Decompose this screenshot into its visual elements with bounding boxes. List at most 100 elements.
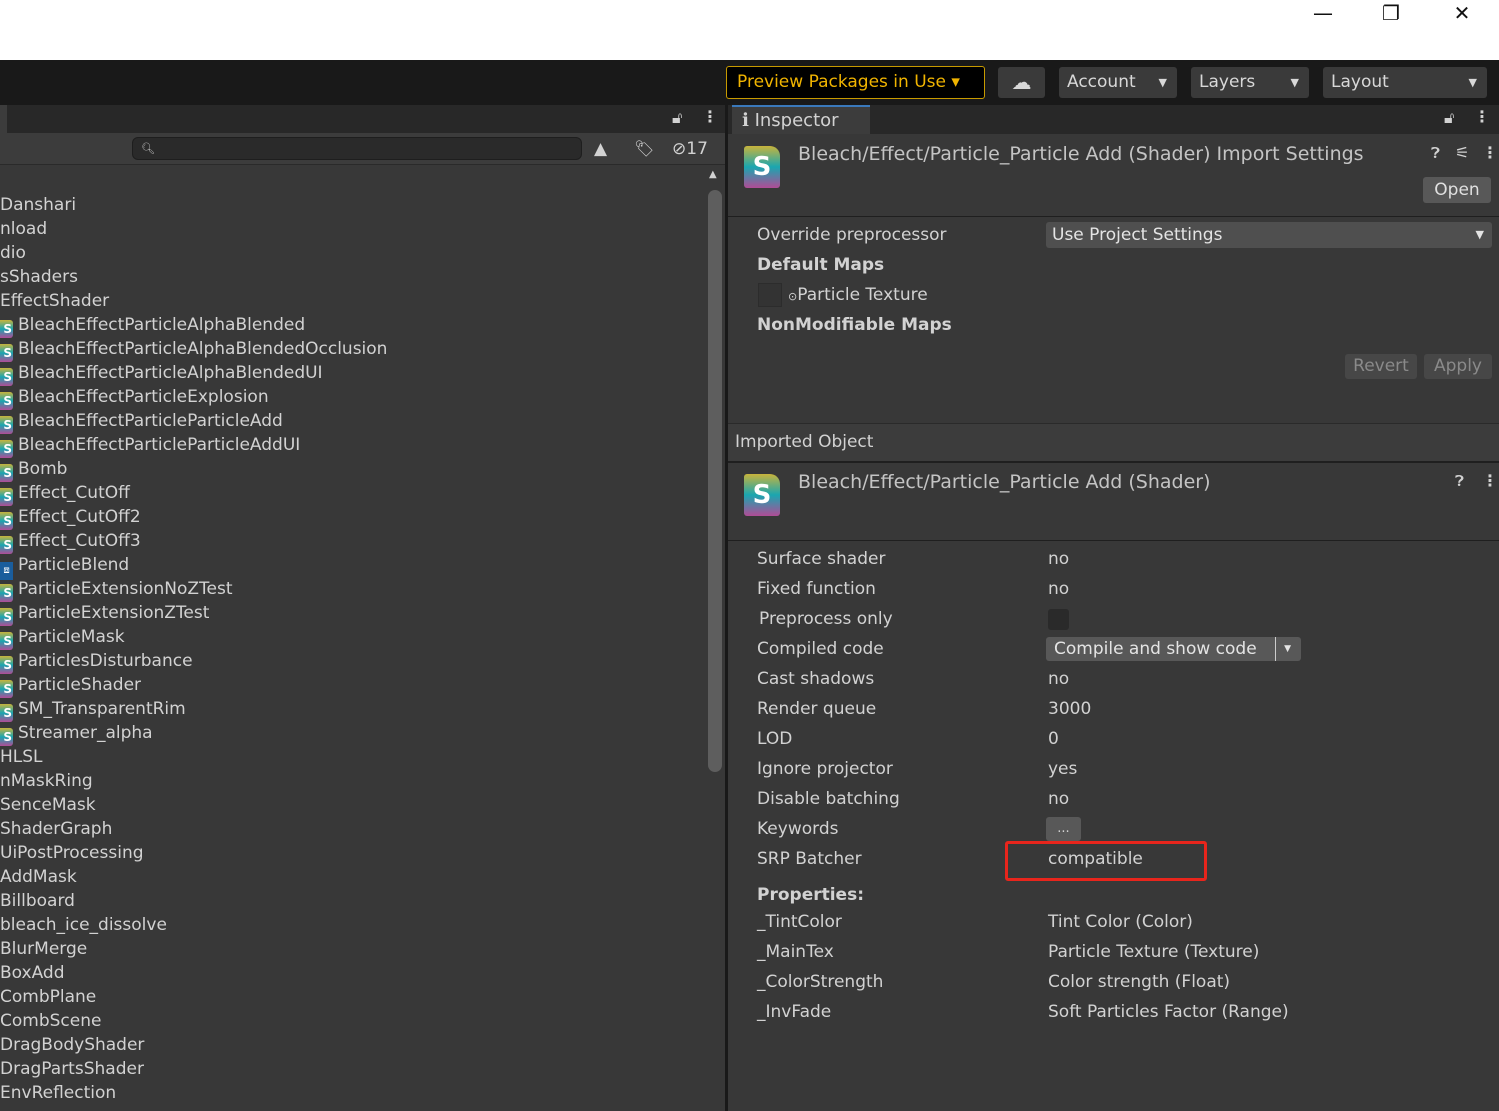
more-options-icon[interactable]: ⋮ bbox=[702, 107, 718, 126]
project-list-item[interactable]: S BleachEffectParticleExplosion bbox=[0, 385, 269, 410]
item-label: ParticleShader bbox=[18, 675, 142, 695]
shader-file-icon: S bbox=[0, 536, 13, 554]
project-list-item[interactable]: Danshari bbox=[0, 193, 76, 217]
maximize-button[interactable]: ❐ bbox=[1361, 0, 1421, 30]
project-list-item[interactable]: EnvReflection bbox=[0, 1081, 116, 1105]
more-options-icon[interactable]: ⋮ bbox=[1482, 471, 1498, 490]
item-label: BoxAdd bbox=[0, 963, 65, 983]
project-list-item[interactable]: AddMask bbox=[0, 865, 77, 889]
tab-inspector[interactable]: ℹ Inspector bbox=[732, 105, 870, 134]
window-titlebar bbox=[0, 0, 1499, 60]
help-icon[interactable]: ❓︎ bbox=[1455, 472, 1464, 490]
project-list-item[interactable]: nload bbox=[0, 217, 47, 241]
item-label: BleachEffectParticleAlphaBlendedUI bbox=[18, 363, 323, 383]
project-list-item[interactable]: S Effect_CutOff bbox=[0, 481, 130, 506]
project-list-item[interactable]: nMaskRing bbox=[0, 769, 93, 793]
project-list-item[interactable]: BlurMerge bbox=[0, 937, 87, 961]
project-list-item[interactable]: UiPostProcessing bbox=[0, 841, 144, 865]
shader-file-icon: S bbox=[0, 512, 13, 530]
particle-texture-field[interactable]: ⊙Particle Texture bbox=[788, 283, 928, 309]
account-dropdown[interactable]: Account ▼ bbox=[1059, 67, 1177, 98]
search-input[interactable]: 🔍︎ bbox=[132, 137, 582, 160]
project-list-item[interactable]: CombScene bbox=[0, 1009, 101, 1033]
project-tab[interactable] bbox=[0, 105, 7, 133]
project-list-item[interactable]: S Bomb bbox=[0, 457, 67, 482]
scroll-up-arrow[interactable]: ▲ bbox=[709, 169, 717, 180]
more-options-icon[interactable]: ⋮ bbox=[1474, 107, 1490, 126]
project-list-item[interactable]: S ParticlesDisturbance bbox=[0, 649, 193, 674]
hidden-packages-toggle[interactable]: ⊘17 bbox=[672, 139, 708, 159]
item-label: DragPartsShader bbox=[0, 1059, 144, 1079]
filter-by-label-icon[interactable]: 🏷︎ bbox=[634, 139, 654, 158]
project-list-item[interactable]: SenceMask bbox=[0, 793, 96, 817]
revert-button[interactable]: Revert bbox=[1345, 354, 1417, 379]
preprocess-only-checkbox[interactable] bbox=[1048, 609, 1069, 630]
item-label: sShaders bbox=[0, 267, 78, 287]
override-preprocessor-dropdown[interactable]: Use Project Settings ▼ bbox=[1046, 222, 1492, 248]
project-list-item[interactable]: S BleachEffectParticleParticleAddUI bbox=[0, 433, 300, 458]
project-list-item[interactable]: EffectShader bbox=[0, 289, 109, 313]
cloud-icon[interactable]: ☁ bbox=[998, 67, 1045, 98]
lock-icon[interactable]: 🔓︎ bbox=[672, 108, 682, 128]
project-list-item[interactable]: DragBodyShader bbox=[0, 1033, 144, 1057]
item-label: BlurMerge bbox=[0, 939, 88, 959]
scrollbar-thumb[interactable] bbox=[708, 190, 722, 772]
project-list-item[interactable]: S ParticleExtensionZTest bbox=[0, 601, 209, 626]
project-list-item[interactable]: sShaders bbox=[0, 265, 78, 289]
project-list-item[interactable]: S SM_TransparentRim bbox=[0, 697, 186, 722]
project-list-item[interactable]: dio bbox=[0, 241, 26, 265]
layers-dropdown[interactable]: Layers ▼ bbox=[1191, 67, 1309, 98]
project-list-item[interactable]: DragPartsShader bbox=[0, 1057, 144, 1081]
item-label: Streamer_alpha bbox=[18, 723, 153, 743]
project-list-item[interactable]: S ParticleExtensionNoZTest bbox=[0, 577, 233, 602]
project-list-item[interactable]: S Effect_CutOff3 bbox=[0, 529, 141, 554]
project-list-item[interactable]: S Effect_CutOff2 bbox=[0, 505, 141, 530]
particle-texture-label: Particle Texture bbox=[797, 285, 928, 305]
texture-slot[interactable] bbox=[758, 283, 782, 307]
project-list-item[interactable]: ⧈ ParticleBlend bbox=[0, 553, 129, 580]
open-button[interactable]: Open bbox=[1423, 177, 1491, 203]
item-label: Billboard bbox=[0, 891, 75, 911]
project-list-item[interactable]: Billboard bbox=[0, 889, 75, 913]
shader-file-icon: S bbox=[0, 344, 13, 362]
property-description: Soft Particles Factor (Range) bbox=[1048, 1002, 1289, 1022]
project-list-item[interactable]: S BleachEffectParticleAlphaBlendedUI bbox=[0, 361, 323, 386]
default-maps-heading: Default Maps bbox=[757, 255, 885, 275]
more-options-icon[interactable]: ⋮ bbox=[1482, 143, 1498, 162]
item-label: EffectShader bbox=[0, 291, 110, 311]
project-list-item[interactable]: HLSL bbox=[0, 745, 43, 769]
eye-slash-icon: ⊘ bbox=[672, 139, 687, 159]
presets-icon[interactable]: ⚟ bbox=[1455, 143, 1469, 162]
minimize-button[interactable]: — bbox=[1293, 0, 1353, 30]
layout-label: Layout bbox=[1331, 72, 1389, 92]
keywords-button[interactable]: ... bbox=[1046, 817, 1081, 841]
item-label: EnvReflection bbox=[0, 1083, 117, 1103]
filter-by-type-icon[interactable]: ▲ bbox=[594, 139, 607, 159]
highlight-box bbox=[1005, 841, 1207, 881]
layout-dropdown[interactable]: Layout ▼ bbox=[1323, 67, 1487, 98]
project-list-item[interactable]: S BleachEffectParticleAlphaBlended bbox=[0, 313, 305, 338]
help-icon[interactable]: ❓︎ bbox=[1431, 144, 1440, 162]
property-name: _InvFade bbox=[757, 1002, 832, 1022]
project-list-item[interactable]: S BleachEffectParticleAlphaBlendedOcclusi… bbox=[0, 337, 387, 362]
project-list-item[interactable]: S ParticleShader bbox=[0, 673, 142, 698]
property-name: _TintColor bbox=[757, 912, 842, 932]
compile-show-code-button[interactable]: Compile and show code ▼ bbox=[1046, 637, 1301, 661]
project-list-item[interactable]: S ParticleMask bbox=[0, 625, 125, 650]
item-label: ParticleExtensionNoZTest bbox=[18, 579, 233, 599]
shader-file-icon: S bbox=[0, 440, 13, 458]
item-label: BleachEffectParticleParticleAdd bbox=[18, 411, 283, 431]
shader-file-icon: S bbox=[0, 728, 13, 746]
project-list-item[interactable]: S BleachEffectParticleParticleAdd bbox=[0, 409, 283, 434]
lock-icon[interactable]: 🔓︎ bbox=[1444, 108, 1454, 128]
preview-packages-button[interactable]: Preview Packages in Use ▾ bbox=[726, 66, 985, 99]
close-button[interactable]: ✕ bbox=[1432, 0, 1492, 30]
item-label: ShaderGraph bbox=[0, 819, 113, 839]
project-list-item[interactable]: BoxAdd bbox=[0, 961, 65, 985]
apply-button[interactable]: Apply bbox=[1424, 354, 1492, 379]
dropdown-arrow-icon[interactable]: ▼ bbox=[1275, 637, 1291, 661]
project-list-item[interactable]: S Streamer_alpha bbox=[0, 721, 153, 746]
project-list-item[interactable]: ShaderGraph bbox=[0, 817, 112, 841]
project-list-item[interactable]: CombPlane bbox=[0, 985, 96, 1009]
project-list-item[interactable]: bleach_ice_dissolve bbox=[0, 913, 167, 937]
